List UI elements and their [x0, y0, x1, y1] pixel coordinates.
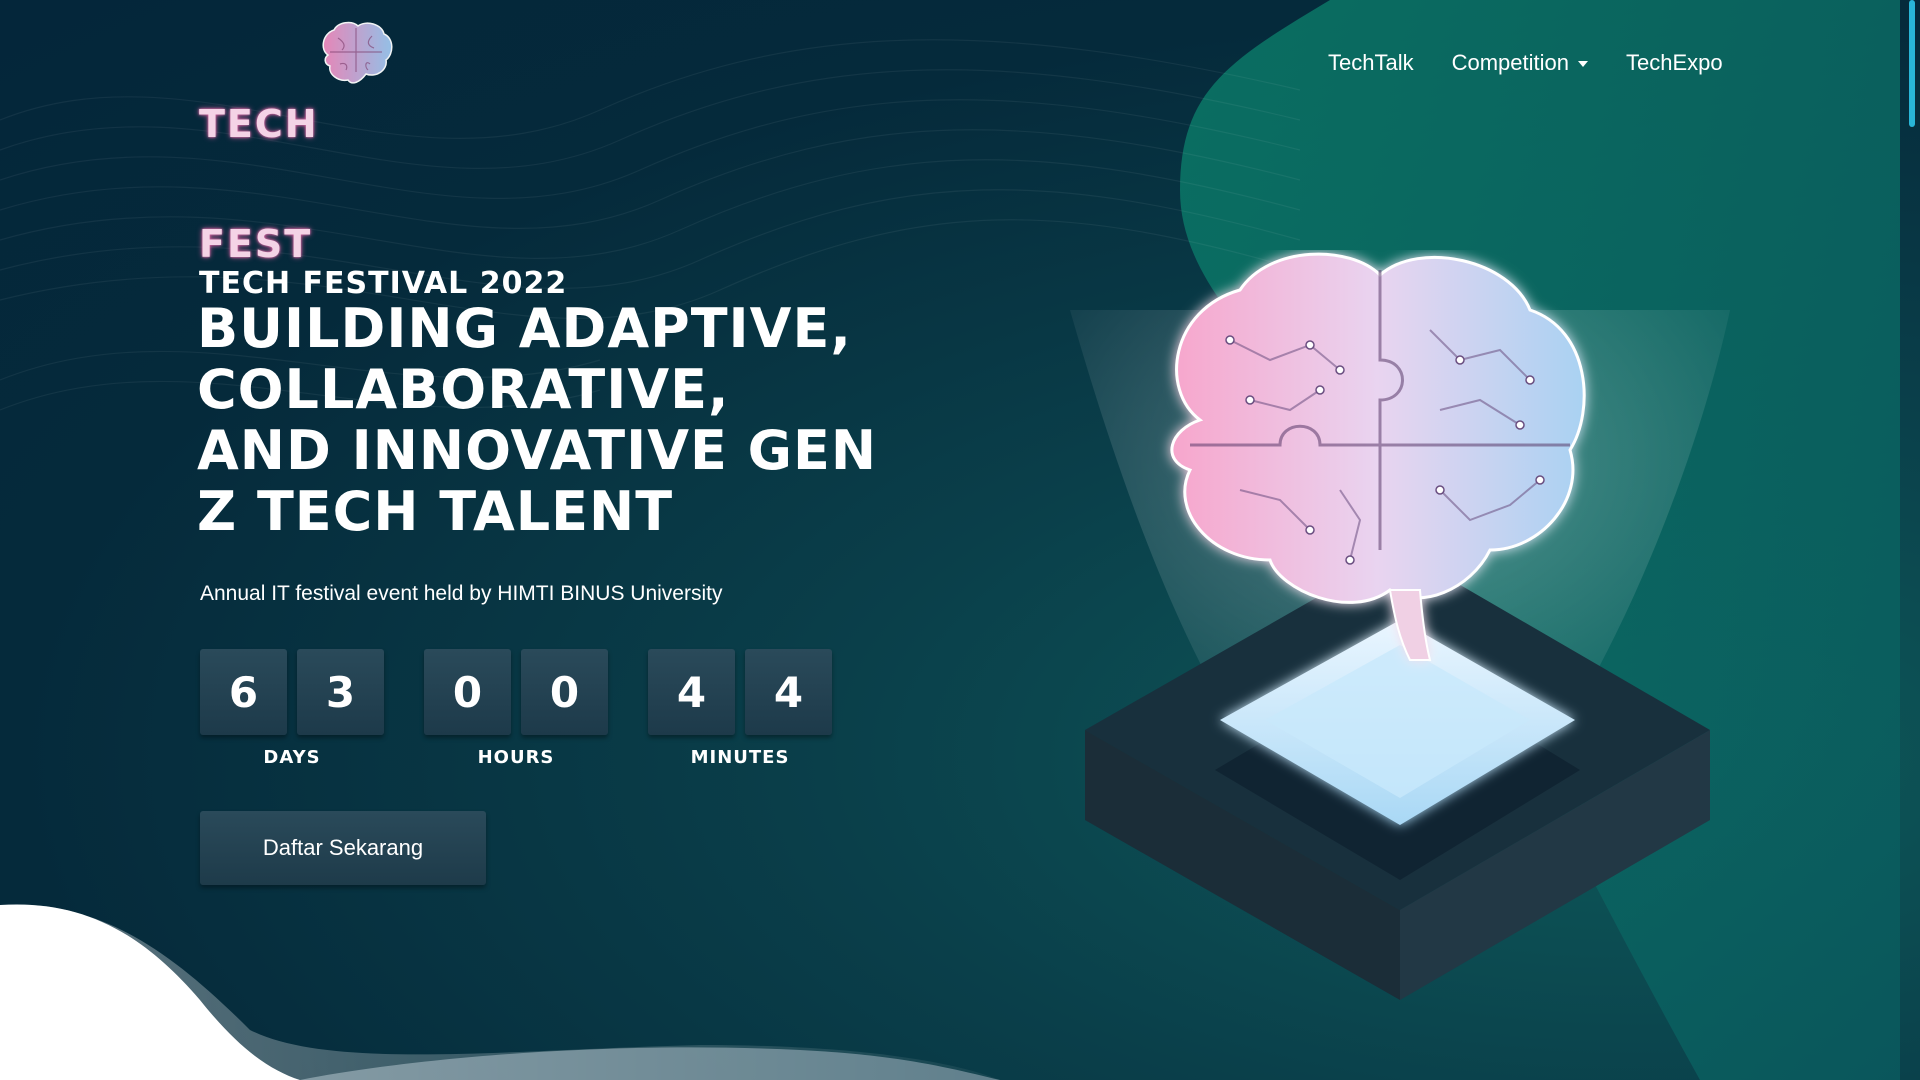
countdown-label: DAYS: [263, 747, 321, 768]
hero-headline: BUILDING ADAPTIVE, COLLABORATIVE, AND IN…: [197, 298, 977, 542]
countdown-label: HOURS: [477, 747, 555, 768]
nav-item-label: Competition: [1451, 50, 1569, 75]
countdown-label: MINUTES: [690, 747, 790, 768]
countdown-digit: 6: [200, 649, 287, 735]
nav-item-techexpo[interactable]: TechExpo: [1626, 50, 1723, 76]
brain-hologram-illustration: [1070, 252, 1730, 1000]
page-scrollbar[interactable]: [1900, 0, 1920, 1080]
caret-down-icon: [1577, 61, 1588, 67]
nav-item-competition[interactable]: Competition: [1452, 50, 1588, 76]
headline-line: BUILDING ADAPTIVE,: [197, 297, 852, 360]
countdown-digit: 4: [648, 649, 735, 735]
hero-eyebrow: TECH FESTIVAL 2022: [199, 266, 568, 301]
headline-line: Z TECH TALENT: [197, 480, 674, 543]
countdown-digit: 3: [297, 649, 384, 735]
countdown-digit: 0: [424, 649, 511, 735]
countdown-timer: 6 3 DAYS 0 0 HOURS 4 4 MINUTES: [200, 649, 872, 768]
page: TECH FEST TechTalk Competition TechExpo …: [0, 0, 1920, 1080]
hero-subtitle: Annual IT festival event held by HIMTI B…: [200, 582, 723, 605]
techfest-logo[interactable]: TECH FEST: [199, 20, 395, 264]
countdown-hours: 0 0 HOURS: [424, 649, 608, 768]
nav-item-techtalk[interactable]: TechTalk: [1328, 50, 1414, 76]
countdown-digit: 4: [745, 649, 832, 735]
register-now-button[interactable]: Daftar Sekarang: [200, 811, 486, 885]
countdown-minutes: 4 4 MINUTES: [648, 649, 832, 768]
countdown-days: 6 3 DAYS: [200, 649, 384, 768]
headline-line: COLLABORATIVE,: [197, 358, 730, 421]
headline-line: AND INNOVATIVE GEN: [197, 419, 878, 482]
logo-line-1: TECH: [199, 102, 319, 146]
nav-item-label: TechTalk: [1328, 50, 1414, 75]
scrollbar-thumb[interactable]: [1909, 0, 1915, 127]
countdown-digit: 0: [521, 649, 608, 735]
brain-icon: [322, 21, 393, 84]
logo-line-2: FEST: [199, 222, 313, 266]
main-nav: TechTalk Competition TechExpo: [1328, 50, 1723, 76]
nav-item-label: TechExpo: [1625, 50, 1723, 75]
